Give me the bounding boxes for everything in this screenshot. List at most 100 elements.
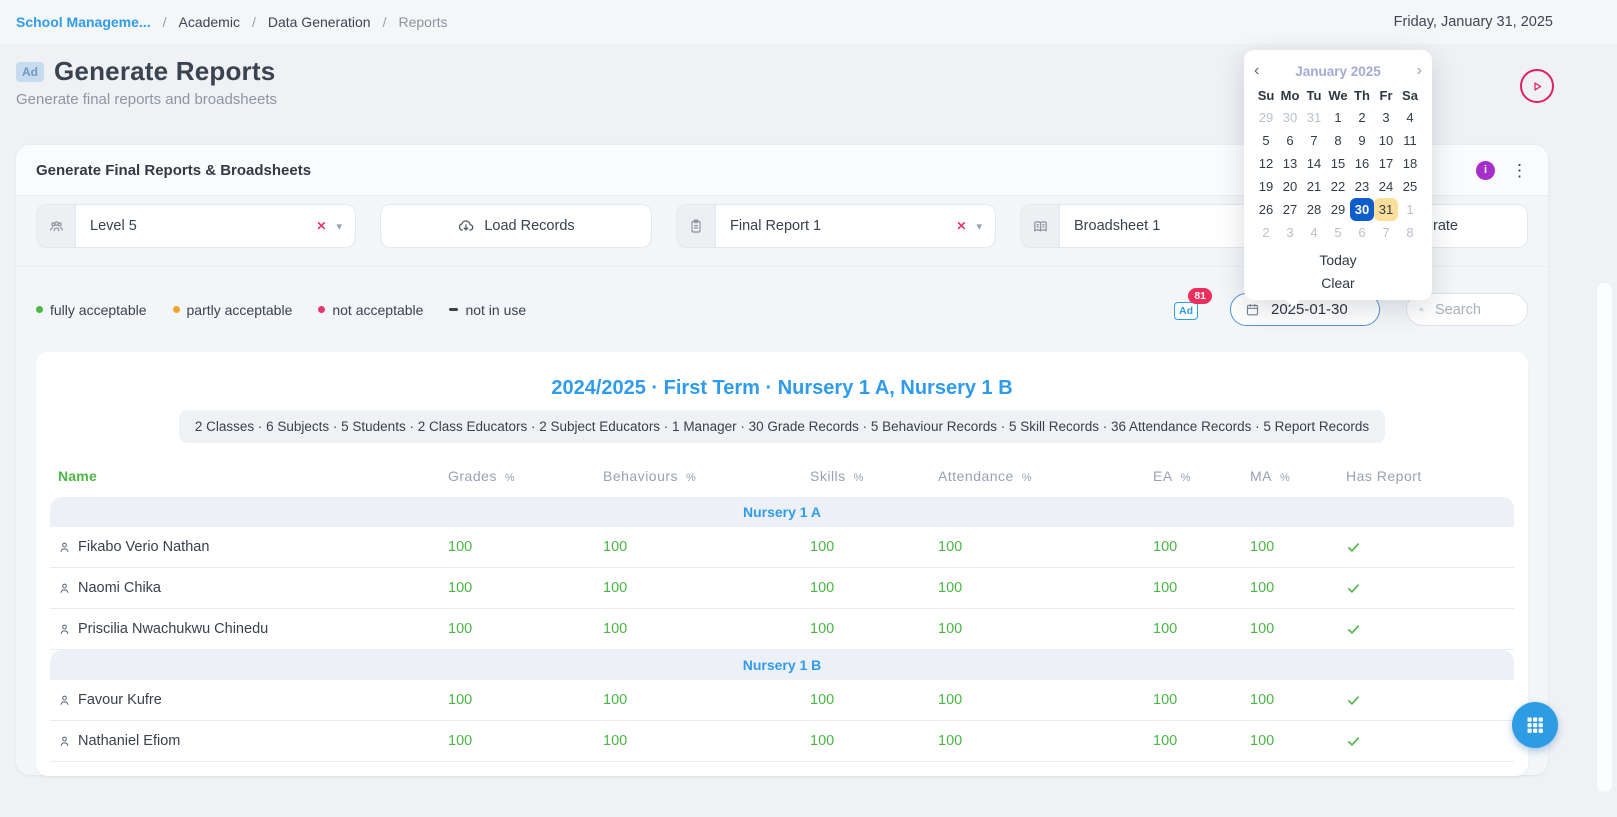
calendar-day[interactable]: 5 xyxy=(1254,129,1278,152)
metric-value: 100 xyxy=(930,621,1145,637)
scrollbar-track[interactable] xyxy=(1597,283,1612,792)
calendar-day[interactable]: 27 xyxy=(1278,198,1302,221)
metric-value: 100 xyxy=(1145,539,1242,555)
has-report-cell xyxy=(1338,540,1514,555)
clear-icon[interactable]: ✕ xyxy=(946,219,976,233)
final-report-select[interactable]: Final Report 1 ✕ ▾ xyxy=(676,204,996,248)
load-records-button[interactable]: Load Records xyxy=(380,204,652,248)
legend-item: partly acceptable xyxy=(173,302,293,318)
student-name-cell: Nathaniel Efiom xyxy=(50,733,440,749)
calendar-day[interactable]: 8 xyxy=(1398,221,1422,244)
calendar-today-button[interactable]: Today xyxy=(1254,248,1422,271)
calendar-day[interactable]: 4 xyxy=(1398,106,1422,129)
calendar-day[interactable]: 2 xyxy=(1254,221,1278,244)
calendar-day[interactable]: 21 xyxy=(1302,175,1326,198)
calendar-day[interactable]: 1 xyxy=(1398,198,1422,221)
calendar-day[interactable]: 19 xyxy=(1254,175,1278,198)
topbar: School Manageme... / Academic / Data Gen… xyxy=(0,0,1617,44)
calendar-day[interactable]: 9 xyxy=(1350,129,1374,152)
calendar-day[interactable]: 12 xyxy=(1254,152,1278,175)
calendar-day[interactable]: 11 xyxy=(1398,129,1422,152)
breadcrumb-item-academic[interactable]: Academic xyxy=(178,14,239,30)
calendar-day[interactable]: 4 xyxy=(1302,221,1326,244)
load-records-label: Load Records xyxy=(484,218,574,234)
calendar-day[interactable]: 22 xyxy=(1326,175,1350,198)
chevron-down-icon[interactable]: ▾ xyxy=(976,220,995,233)
metric-value: 100 xyxy=(930,539,1145,555)
calendar-day[interactable]: 13 xyxy=(1278,152,1302,175)
legend-item: not acceptable xyxy=(318,302,423,318)
chevron-down-icon[interactable]: ▾ xyxy=(336,220,355,233)
breadcrumb-home[interactable]: School Manageme... xyxy=(16,14,151,30)
metric-value: 100 xyxy=(1242,692,1338,708)
info-icon[interactable]: i xyxy=(1476,161,1495,180)
legend-item: fully acceptable xyxy=(36,302,147,318)
calendar-prev-icon[interactable]: ‹ xyxy=(1254,63,1274,79)
column-header: Attendance% xyxy=(930,468,1145,484)
calendar-day[interactable]: 6 xyxy=(1350,221,1374,244)
calendar-day[interactable]: 24 xyxy=(1374,175,1398,198)
metric-value: 100 xyxy=(1145,733,1242,749)
calendar-day[interactable]: 25 xyxy=(1398,175,1422,198)
calendar-day[interactable]: 20 xyxy=(1278,175,1302,198)
column-header: Name xyxy=(50,468,440,484)
calendar-day[interactable]: 30 xyxy=(1350,198,1374,221)
level-select[interactable]: Level 5 ✕ ▾ xyxy=(36,204,356,248)
calendar-day[interactable]: 3 xyxy=(1278,221,1302,244)
student-row[interactable]: Naomi Chika100100100100100100 xyxy=(50,568,1514,609)
calendar-day[interactable]: 7 xyxy=(1374,221,1398,244)
calendar-day[interactable]: 18 xyxy=(1398,152,1422,175)
has-report-cell xyxy=(1338,693,1514,708)
calendar-day[interactable]: 3 xyxy=(1374,106,1398,129)
calendar-day[interactable]: 7 xyxy=(1302,129,1326,152)
calendar-day[interactable]: 31 xyxy=(1302,106,1326,129)
student-name-cell: Priscilia Nwachukwu Chinedu xyxy=(50,621,440,637)
breadcrumb: School Manageme... / Academic / Data Gen… xyxy=(16,14,448,30)
metric-value: 100 xyxy=(1242,539,1338,555)
student-row[interactable]: Nathaniel Efiom100100100100100100 xyxy=(50,721,1514,762)
kebab-menu-icon[interactable]: ⋮ xyxy=(1511,162,1528,179)
calendar-next-icon[interactable]: › xyxy=(1402,63,1422,79)
column-header: EA% xyxy=(1145,468,1242,484)
calendar-day[interactable]: 14 xyxy=(1302,152,1326,175)
final-report-select-value: Final Report 1 xyxy=(716,218,946,234)
student-row[interactable]: Priscilia Nwachukwu Chinedu1001001001001… xyxy=(50,609,1514,650)
apps-fab-button[interactable] xyxy=(1512,702,1558,748)
calendar-clear-button[interactable]: Clear xyxy=(1254,271,1422,294)
class-group-row[interactable]: Nursery 1 A xyxy=(50,497,1514,527)
calendar-day[interactable]: 30 xyxy=(1278,106,1302,129)
calendar-day[interactable]: 16 xyxy=(1350,152,1374,175)
dot-marker xyxy=(318,306,325,313)
calendar-day[interactable]: 26 xyxy=(1254,198,1278,221)
student-row[interactable]: Favour Kufre100100100100100100 xyxy=(50,680,1514,721)
metric-value: 100 xyxy=(1145,580,1242,596)
calendar-day[interactable]: 5 xyxy=(1326,221,1350,244)
calendar-day[interactable]: 31 xyxy=(1374,198,1398,221)
play-button[interactable] xyxy=(1520,69,1554,103)
calendar-day[interactable]: 17 xyxy=(1374,152,1398,175)
calendar-day[interactable]: 15 xyxy=(1326,152,1350,175)
calendar-day[interactable]: 28 xyxy=(1302,198,1326,221)
calendar-day[interactable]: 8 xyxy=(1326,129,1350,152)
calendar-day[interactable]: 2 xyxy=(1350,106,1374,129)
column-header-label: Grades xyxy=(448,468,497,484)
calendar-day[interactable]: 23 xyxy=(1350,175,1374,198)
search-input-field[interactable] xyxy=(1433,301,1515,319)
student-row[interactable]: Fikabo Verio Nathan100100100100100100 xyxy=(50,527,1514,568)
clear-icon[interactable]: ✕ xyxy=(306,219,336,233)
percent-suffix: % xyxy=(854,472,864,484)
metric-value: 100 xyxy=(440,539,595,555)
calendar-day[interactable]: 29 xyxy=(1326,198,1350,221)
calendar-day[interactable]: 1 xyxy=(1326,106,1350,129)
calendar-day[interactable]: 29 xyxy=(1254,106,1278,129)
class-group-row[interactable]: Nursery 1 B xyxy=(50,650,1514,680)
calendar-weekday: Tu xyxy=(1302,84,1326,106)
date-input-field[interactable] xyxy=(1269,300,1365,319)
date-picker-popover: ‹ January 2025 › SuMoTuWeThFrSa293031123… xyxy=(1244,50,1432,300)
breadcrumb-item-data-generation[interactable]: Data Generation xyxy=(268,14,371,30)
calendar-day[interactable]: 10 xyxy=(1374,129,1398,152)
calendar-day[interactable]: 6 xyxy=(1278,129,1302,152)
column-header-label: EA xyxy=(1153,468,1173,484)
ad-counter-badge[interactable]: Ad 81 xyxy=(1174,301,1198,319)
column-header-label: Has Report xyxy=(1346,468,1422,484)
